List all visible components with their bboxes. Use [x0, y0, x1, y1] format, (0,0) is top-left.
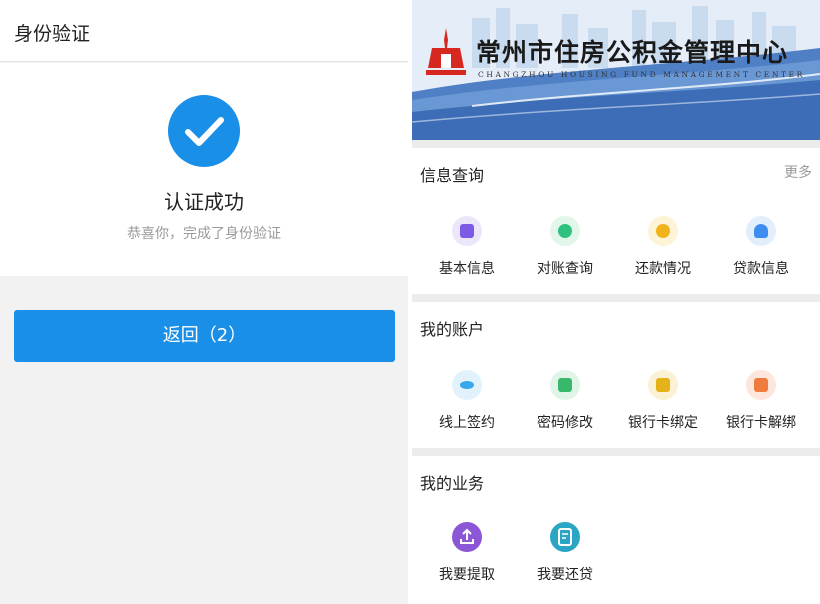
banner-title: 常州市住房公积金管理中心 [476, 38, 789, 67]
statement-icon [550, 216, 580, 246]
page-title: 身份验证 [14, 23, 91, 45]
grid-item-online-sign[interactable]: 线上签约 [416, 370, 518, 432]
section-title: 我的账户 [420, 320, 485, 339]
grid-item-bind-card[interactable]: 银行卡绑定 [612, 370, 714, 432]
housing-fund-app: 常州市住房公积金管理中心 CHANGZHOU HOUSING FUND MANA… [412, 0, 820, 604]
handshake-icon [452, 370, 482, 400]
fund-logo [426, 28, 466, 75]
grid-item-basic-info[interactable]: 基本信息 [416, 216, 518, 278]
grid-item-label: 银行卡解绑 [726, 415, 796, 431]
card-bind-icon [648, 370, 678, 400]
coin-icon [648, 216, 678, 246]
section-my-account: 我的账户 线上签约 密码修改 银行卡绑定 银行卡解绑 [412, 302, 820, 448]
grid-item-label: 密码修改 [537, 415, 593, 431]
section-info-query: 信息查询 更多 基本信息 对账查询 还款情况 贷款信息 [412, 148, 820, 294]
loan-user-icon [746, 216, 776, 246]
success-subtitle: 恭喜你，完成了身份验证 [127, 226, 281, 242]
grid-item-label: 还款情况 [635, 261, 691, 277]
grid-item-loan-info[interactable]: 贷款信息 [710, 216, 812, 278]
withdraw-icon [452, 522, 482, 552]
lock-icon [550, 370, 580, 400]
repay-icon [550, 522, 580, 552]
grid-item-label: 银行卡绑定 [628, 415, 698, 431]
more-link[interactable]: 更多 [784, 162, 812, 182]
header-bar: 身份验证 [0, 0, 408, 62]
grid-item-change-password[interactable]: 密码修改 [514, 370, 616, 432]
grid-item-label: 线上签约 [439, 415, 495, 431]
grid-item-statement[interactable]: 对账查询 [514, 216, 616, 278]
grid-item-label: 对账查询 [537, 261, 593, 277]
grid-item-unbind-card[interactable]: 银行卡解绑 [710, 370, 812, 432]
grid-item-withdraw[interactable]: 我要提取 [416, 522, 518, 584]
section-title: 信息查询 [420, 166, 485, 185]
grid-item-repayment[interactable]: 还款情况 [612, 216, 714, 278]
grid-item-label: 我要提取 [439, 567, 495, 583]
verification-panel: 身份验证 认证成功 恭喜你，完成了身份验证 返回（2） [0, 0, 408, 604]
check-icon [168, 95, 240, 167]
id-card-icon [452, 216, 482, 246]
banner: 常州市住房公积金管理中心 CHANGZHOU HOUSING FUND MANA… [412, 0, 820, 140]
grid-item-label: 我要还贷 [537, 567, 593, 583]
card-unbind-icon [746, 370, 776, 400]
back-button[interactable]: 返回（2） [14, 310, 395, 362]
section-title: 我的业务 [420, 474, 485, 493]
section-my-business: 我的业务 我要提取 我要还贷 [412, 456, 820, 604]
success-title: 认证成功 [164, 190, 244, 214]
banner-subtitle: CHANGZHOU HOUSING FUND MANAGEMENT CENTER [478, 70, 805, 79]
success-card: 认证成功 恭喜你，完成了身份验证 [0, 63, 408, 276]
grid-item-repay-loan[interactable]: 我要还贷 [514, 522, 616, 584]
grid-item-label: 贷款信息 [733, 261, 789, 277]
grid-item-label: 基本信息 [439, 261, 495, 277]
